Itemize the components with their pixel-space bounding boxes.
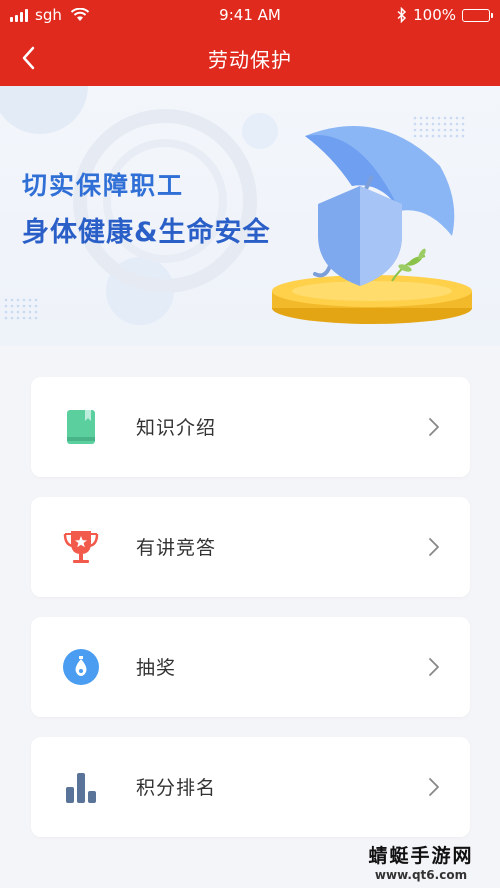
bar-chart-icon bbox=[66, 773, 96, 803]
status-bar: sgh 9:41 AM 100% bbox=[0, 0, 500, 30]
banner-subheadline: 身体健康&生命安全 bbox=[22, 217, 271, 248]
header: sgh 9:41 AM 100% 劳动保护 bbox=[0, 0, 500, 86]
menu-item-label: 有讲竞答 bbox=[136, 537, 217, 559]
book-icon bbox=[67, 410, 95, 444]
lottery-icon bbox=[63, 649, 99, 685]
watermark-url: www.qt6.com bbox=[374, 868, 468, 882]
page-title: 劳动保护 bbox=[208, 48, 292, 72]
battery-percent: 100% bbox=[413, 6, 456, 24]
nav-bar: 劳动保护 bbox=[0, 30, 500, 86]
bluetooth-icon bbox=[397, 7, 407, 23]
chevron-right-icon bbox=[429, 658, 439, 676]
watermark: 蜻蜓手游网 www.qt6.com bbox=[356, 841, 486, 882]
menu-item-label: 抽奖 bbox=[136, 657, 177, 679]
menu-list: 知识介绍 有讲竞答 抽奖 积分排名 bbox=[31, 377, 470, 857]
watermark-title: 蜻蜓手游网 bbox=[368, 845, 474, 867]
menu-item-label: 知识介绍 bbox=[136, 417, 217, 439]
menu-item-ranking[interactable]: 积分排名 bbox=[31, 737, 470, 837]
menu-item-knowledge[interactable]: 知识介绍 bbox=[31, 377, 470, 477]
trophy-icon bbox=[63, 531, 99, 563]
banner: 切实保障职工 身体健康&生命安全 bbox=[0, 86, 500, 346]
chevron-right-icon bbox=[429, 418, 439, 436]
menu-item-lottery[interactable]: 抽奖 bbox=[31, 617, 470, 717]
menu-item-quiz[interactable]: 有讲竞答 bbox=[31, 497, 470, 597]
menu-item-label: 积分排名 bbox=[136, 777, 217, 799]
chevron-right-icon bbox=[429, 538, 439, 556]
chevron-right-icon bbox=[429, 778, 439, 796]
battery-icon bbox=[462, 8, 493, 22]
banner-headline: 切实保障职工 bbox=[22, 171, 185, 200]
